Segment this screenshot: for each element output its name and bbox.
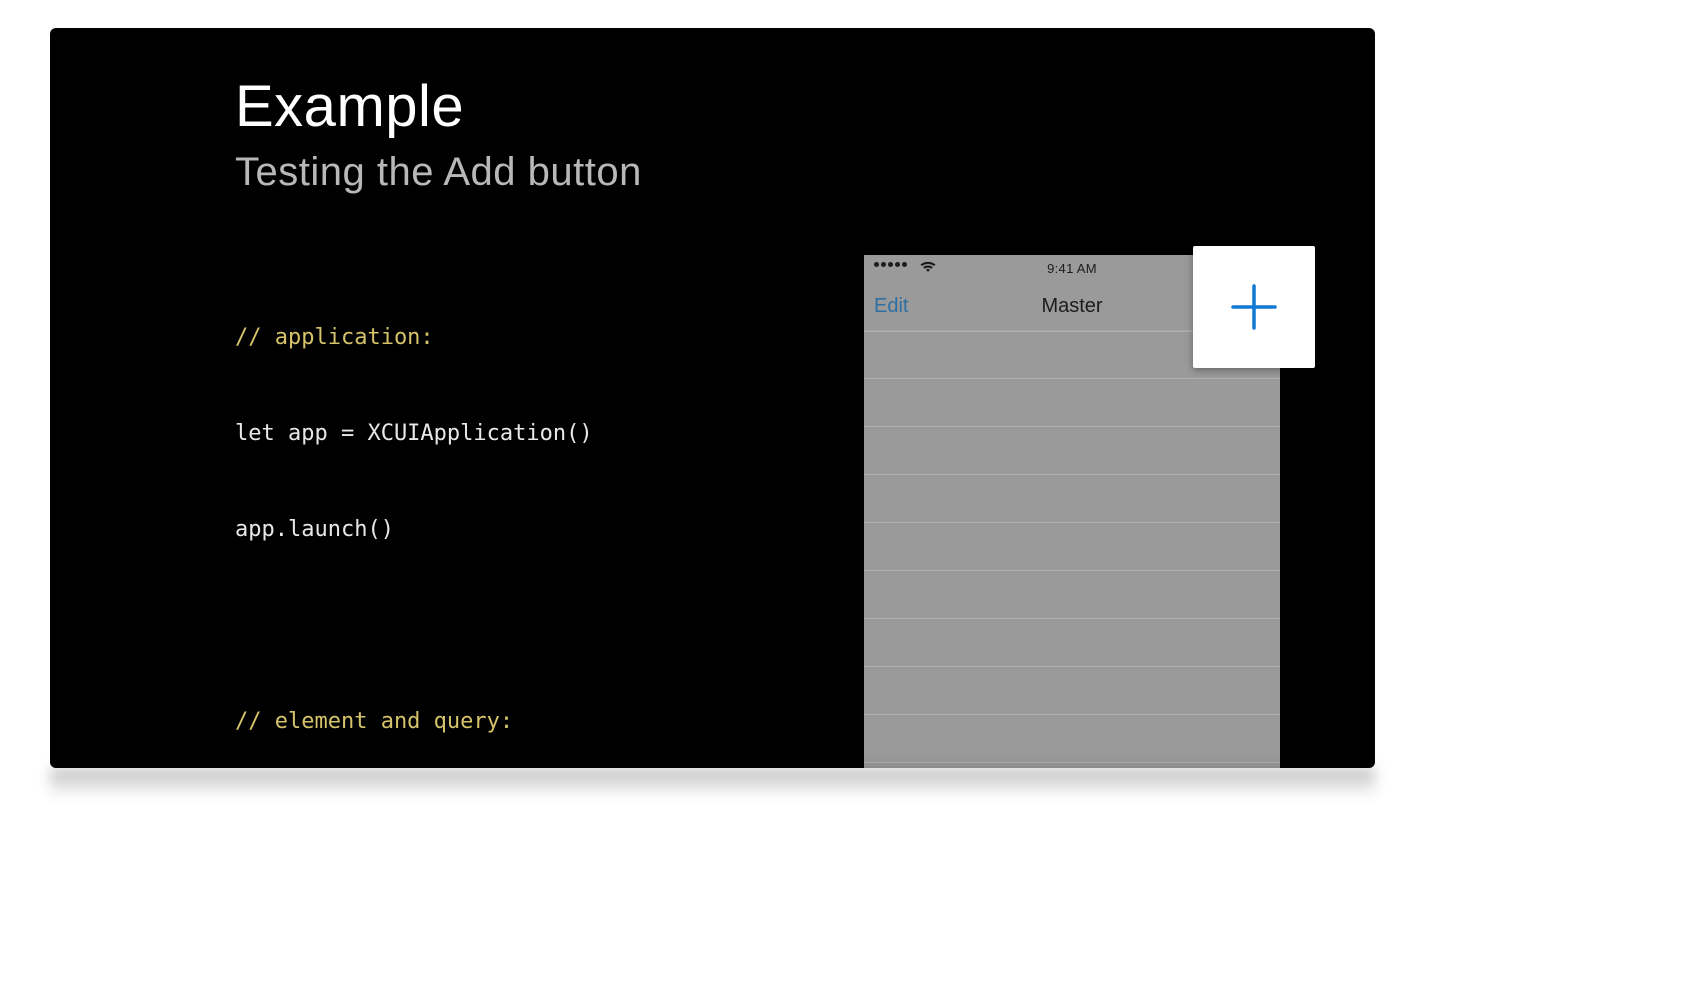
stage: Example Testing the Add button // applic… xyxy=(0,0,1687,998)
plus-icon xyxy=(1227,280,1281,334)
table-row[interactable] xyxy=(864,475,1280,523)
table-row[interactable] xyxy=(864,523,1280,571)
add-button-callout xyxy=(1193,246,1315,368)
slide-title: Example xyxy=(235,73,642,140)
code-line-app-launch: app.launch() xyxy=(235,514,778,546)
code-line-let-app: let app = XCUIApplication() xyxy=(235,418,778,450)
table-row[interactable] xyxy=(864,715,1280,763)
table-row[interactable] xyxy=(864,379,1280,427)
code-comment-application: // application: xyxy=(235,322,778,354)
code-comment-element-query: // element and query: xyxy=(235,706,778,738)
table-row[interactable] xyxy=(864,667,1280,715)
title-block: Example Testing the Add button xyxy=(235,73,642,195)
table-row[interactable] xyxy=(864,619,1280,667)
table-view[interactable] xyxy=(864,331,1280,768)
slide-shadow xyxy=(50,768,1375,798)
code-block: // application: let app = XCUIApplicatio… xyxy=(235,258,778,768)
table-row[interactable] xyxy=(864,763,1280,768)
table-row[interactable] xyxy=(864,571,1280,619)
table-row[interactable] xyxy=(864,427,1280,475)
slide-subtitle: Testing the Add button xyxy=(235,150,642,195)
code-blank-1 xyxy=(235,610,778,642)
presentation-slide: Example Testing the Add button // applic… xyxy=(50,28,1375,768)
